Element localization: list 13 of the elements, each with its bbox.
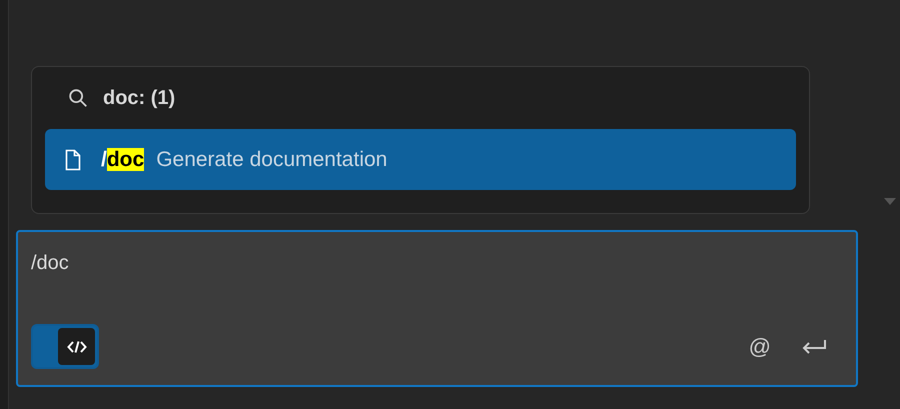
mention-button[interactable]: @ bbox=[748, 330, 771, 363]
search-query: doc: (1) bbox=[103, 86, 176, 111]
input-text: /doc bbox=[31, 251, 70, 276]
file-icon bbox=[65, 148, 81, 170]
enter-icon[interactable] bbox=[801, 338, 827, 356]
command-name: /doc bbox=[101, 146, 144, 173]
command-description: Generate documentation bbox=[156, 146, 388, 173]
mode-toggle[interactable] bbox=[31, 324, 99, 369]
command-item[interactable]: /doc Generate documentation bbox=[45, 129, 796, 190]
chat-input[interactable]: /doc @ bbox=[16, 230, 858, 387]
code-icon bbox=[66, 340, 86, 354]
search-icon bbox=[67, 87, 89, 109]
dropdown-arrow-icon bbox=[884, 198, 896, 205]
